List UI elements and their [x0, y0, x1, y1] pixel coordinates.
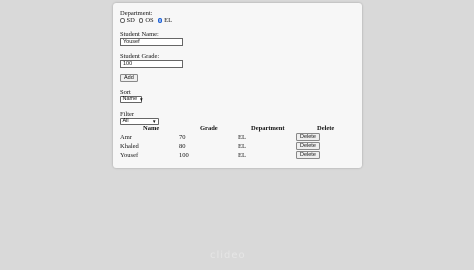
chevron-down-icon: ▼ [152, 118, 157, 124]
add-button[interactable]: Add [120, 74, 138, 82]
cell-grade: 80 [179, 143, 186, 150]
cell-department: EL [238, 134, 246, 141]
watermark: clideo [210, 250, 246, 261]
department-label: Department: [120, 10, 153, 17]
student-grade-label: Student Grade: [120, 53, 160, 60]
header-grade: Grade [200, 125, 218, 132]
sort-select-value: Name [122, 95, 138, 102]
cell-name: Amr [120, 134, 132, 141]
radio-el[interactable] [157, 18, 163, 23]
delete-button[interactable]: Delete [296, 133, 320, 141]
cell-grade: 70 [179, 134, 186, 141]
filter-select-value: All [122, 117, 129, 124]
delete-button[interactable]: Delete [296, 151, 320, 159]
radio-sd[interactable] [120, 18, 125, 23]
header-name: Name [143, 125, 160, 132]
cell-name: Yousef [120, 152, 139, 159]
sort-label: Sort [120, 89, 131, 96]
delete-button[interactable]: Delete [296, 142, 320, 150]
radio-el-label: EL [164, 17, 173, 24]
student-form-card: Department: SD OS EL Student Name: Youse… [113, 3, 362, 168]
cell-name: Khaled [120, 143, 139, 150]
department-radio-group: SD OS EL [120, 17, 176, 24]
header-delete: Delete [317, 125, 335, 132]
header-department: Department [251, 125, 285, 132]
radio-os-label: OS [145, 17, 154, 24]
student-grade-input[interactable]: 100 [120, 60, 183, 68]
cell-grade: 100 [179, 152, 189, 159]
radio-sd-label: SD [126, 17, 135, 24]
filter-select[interactable]: All ▼ [120, 118, 159, 125]
student-name-label: Student Name: [120, 31, 159, 38]
cell-department: EL [238, 143, 246, 150]
cell-department: EL [238, 152, 246, 159]
sort-select[interactable]: Name ▼ [120, 95, 144, 103]
chevron-down-icon: ▼ [139, 96, 144, 102]
filter-label: Filter [120, 111, 135, 118]
student-name-input[interactable]: Yousef [120, 38, 183, 46]
radio-os[interactable] [138, 18, 144, 23]
